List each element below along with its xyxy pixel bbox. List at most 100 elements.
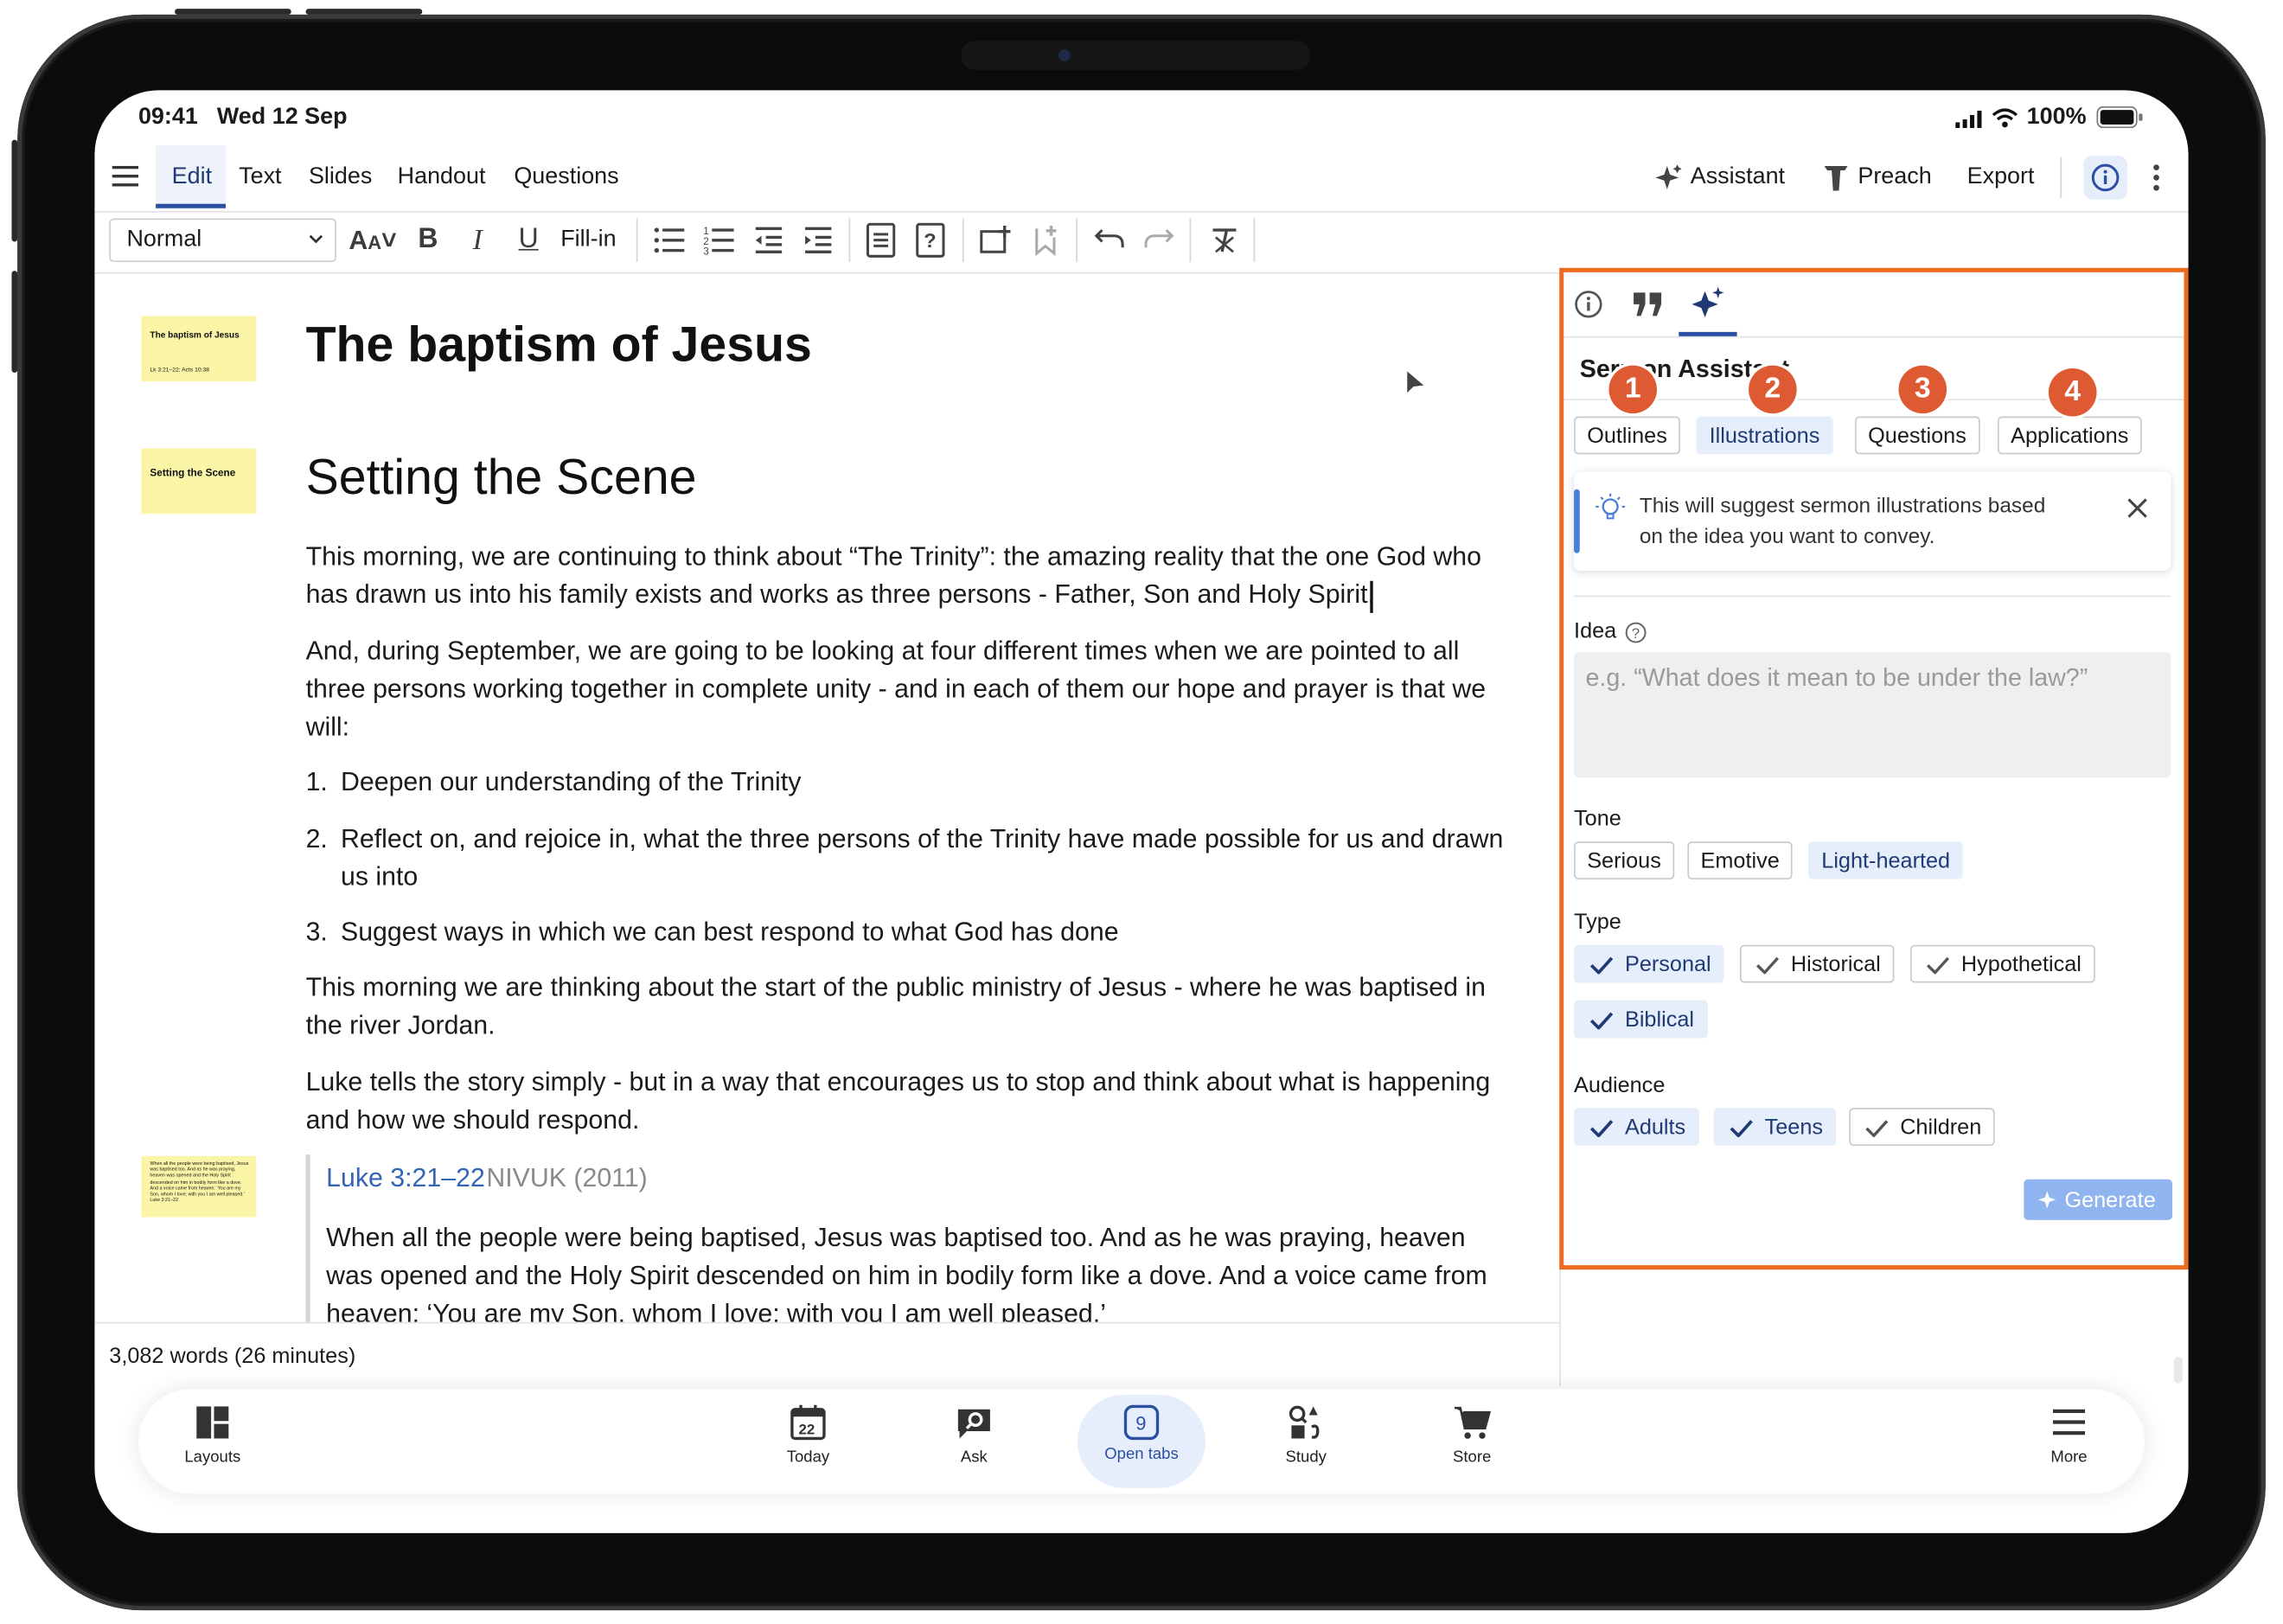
nav-open-tabs[interactable]: 9 Open tabs	[1076, 1401, 1207, 1463]
nav-more[interactable]: More	[2004, 1401, 2135, 1466]
list-number: 3.	[305, 917, 328, 947]
redo-icon[interactable]	[1143, 227, 1175, 251]
tone-light-hearted[interactable]: Light-hearted	[1808, 841, 1964, 879]
quote-tab-icon[interactable]	[1632, 291, 1664, 317]
nav-study[interactable]: Study	[1240, 1401, 1372, 1466]
top-button	[175, 9, 291, 15]
more-menu-icon	[2052, 1409, 2086, 1435]
type-hypothetical[interactable]: Hypothetical	[1909, 944, 2095, 983]
top-button	[305, 9, 423, 15]
nav-store[interactable]: Store	[1406, 1401, 1538, 1466]
bold-icon[interactable]: B	[409, 221, 447, 259]
preach-button[interactable]: Preach	[1844, 149, 1947, 207]
status-time: 09:41	[137, 105, 198, 130]
check-icon	[1589, 1120, 1614, 1137]
add-slide-icon[interactable]	[980, 224, 1012, 256]
tone-serious[interactable]: Serious	[1574, 841, 1674, 879]
generate-button[interactable]: Generate	[2024, 1179, 2173, 1220]
battery-percent: 100%	[2026, 105, 2087, 130]
menu-questions[interactable]: Questions	[499, 149, 633, 207]
menu-slides[interactable]: Slides	[294, 149, 387, 207]
type-historical[interactable]: Historical	[1739, 944, 1894, 983]
hint-divider	[1574, 595, 2171, 598]
sparkle-icon	[2038, 1191, 2056, 1209]
paragraph-line: This morning we are thinking about the s…	[305, 972, 1487, 1002]
insert-block-icon[interactable]	[866, 222, 896, 258]
tab-applications[interactable]: Applications	[1997, 416, 2142, 455]
audience-children[interactable]: Children	[1849, 1108, 1995, 1147]
numbered-list-icon[interactable]: 123	[703, 224, 735, 256]
close-icon[interactable]	[2127, 498, 2148, 519]
menu-edit[interactable]: Edit	[157, 149, 227, 207]
svg-text:3: 3	[703, 246, 709, 257]
italic-icon[interactable]: I	[458, 221, 496, 259]
toolbar-divider	[848, 218, 851, 263]
callout-badge-4: 4	[2048, 368, 2097, 417]
toolbar-bottom-border	[94, 272, 1560, 274]
bullet-list-icon[interactable]	[654, 226, 686, 255]
slide-thumbnail-section[interactable]: Setting the Scene	[141, 448, 257, 515]
paragraph-style-select[interactable]: Normal	[109, 218, 336, 263]
menu-text[interactable]: Text	[224, 149, 296, 207]
type-biblical[interactable]: Biblical	[1574, 1000, 1708, 1039]
audience-teens[interactable]: Teens	[1713, 1108, 1837, 1147]
slide-thumbnail-scripture[interactable]: When all the people were being baptised,…	[141, 1155, 257, 1218]
slide-thumbnail-title[interactable]: The baptism of Jesus Lk 3:21–22; Acts 10…	[141, 316, 257, 382]
sparkle-tab-icon[interactable]	[1691, 285, 1725, 320]
undo-icon[interactable]	[1093, 227, 1125, 251]
help-icon[interactable]: ?	[1625, 622, 1647, 643]
scripture-reference-link[interactable]: Luke 3:21–22	[326, 1159, 485, 1197]
audience-adults[interactable]: Adults	[1574, 1108, 1699, 1147]
fill-in-button[interactable]: Fill-in	[560, 227, 616, 253]
sermon-title[interactable]: The baptism of Jesus	[306, 317, 812, 374]
underline-icon[interactable]: U	[509, 221, 547, 259]
study-icon	[1289, 1405, 1320, 1439]
nav-ask[interactable]: Ask	[909, 1401, 1040, 1466]
hamburger-menu-icon[interactable]	[112, 163, 142, 189]
shopping-cart-icon	[1454, 1406, 1492, 1439]
generate-label: Generate	[2064, 1187, 2156, 1213]
idea-placeholder: e.g. “What does it mean to be under the …	[1585, 663, 2088, 692]
word-count: 3,082 words (26 minutes)	[109, 1344, 356, 1369]
status-date: Wed 12 Sep	[216, 105, 348, 130]
scripture-quote-bar	[305, 1154, 310, 1330]
tab-outlines[interactable]: Outlines	[1574, 416, 1681, 455]
tab-divider	[1564, 336, 2184, 338]
info-tab-icon[interactable]	[1574, 290, 1603, 319]
list-item: us into	[340, 861, 419, 892]
font-size-icon[interactable]: AA˅	[348, 221, 397, 259]
tab-questions[interactable]: Questions	[1854, 416, 1980, 455]
section-heading[interactable]: Setting the Scene	[306, 450, 697, 507]
menu-bottom-border	[94, 211, 2189, 213]
insert-question-icon[interactable]: ?	[916, 222, 945, 258]
chevron-down-icon	[309, 234, 323, 244]
assistant-button[interactable]: Assistant	[1676, 149, 1800, 207]
check-icon	[1730, 1120, 1753, 1137]
bookmark-add-icon[interactable]	[1033, 224, 1062, 257]
toolbar-divider	[962, 218, 964, 263]
list-number: 1.	[305, 767, 328, 796]
tab-illustrations[interactable]: Illustrations	[1696, 416, 1833, 455]
toolbar-divider	[1189, 218, 1192, 263]
nav-layouts[interactable]: Layouts	[147, 1401, 278, 1466]
svg-text:9: 9	[1135, 1412, 1146, 1434]
menu-handout[interactable]: Handout	[383, 149, 501, 207]
more-options-icon[interactable]	[2151, 163, 2162, 193]
indent-icon[interactable]	[803, 226, 835, 255]
hint-text-line: This will suggest sermon illustrations b…	[1639, 495, 2046, 519]
list-item: Reflect on, and rejoice in, what the thr…	[340, 823, 1504, 854]
check-icon	[1865, 1120, 1889, 1137]
clear-formatting-icon[interactable]	[1210, 226, 1239, 255]
nav-today[interactable]: 22 Today	[743, 1401, 874, 1466]
calendar-icon: 22	[790, 1404, 826, 1441]
lightbulb-icon	[1596, 493, 1625, 520]
export-button[interactable]: Export	[1953, 149, 2050, 207]
callout-badge-1: 1	[1608, 365, 1658, 414]
svg-text:22: 22	[798, 1421, 815, 1437]
toolbar-divider	[1076, 218, 1078, 263]
idea-input[interactable]: e.g. “What does it mean to be under the …	[1574, 652, 2171, 778]
type-personal[interactable]: Personal	[1574, 944, 1724, 983]
outdent-icon[interactable]	[752, 226, 784, 255]
list-item: Deepen our understanding of the Trinity	[340, 767, 802, 796]
tone-emotive[interactable]: Emotive	[1687, 841, 1793, 879]
